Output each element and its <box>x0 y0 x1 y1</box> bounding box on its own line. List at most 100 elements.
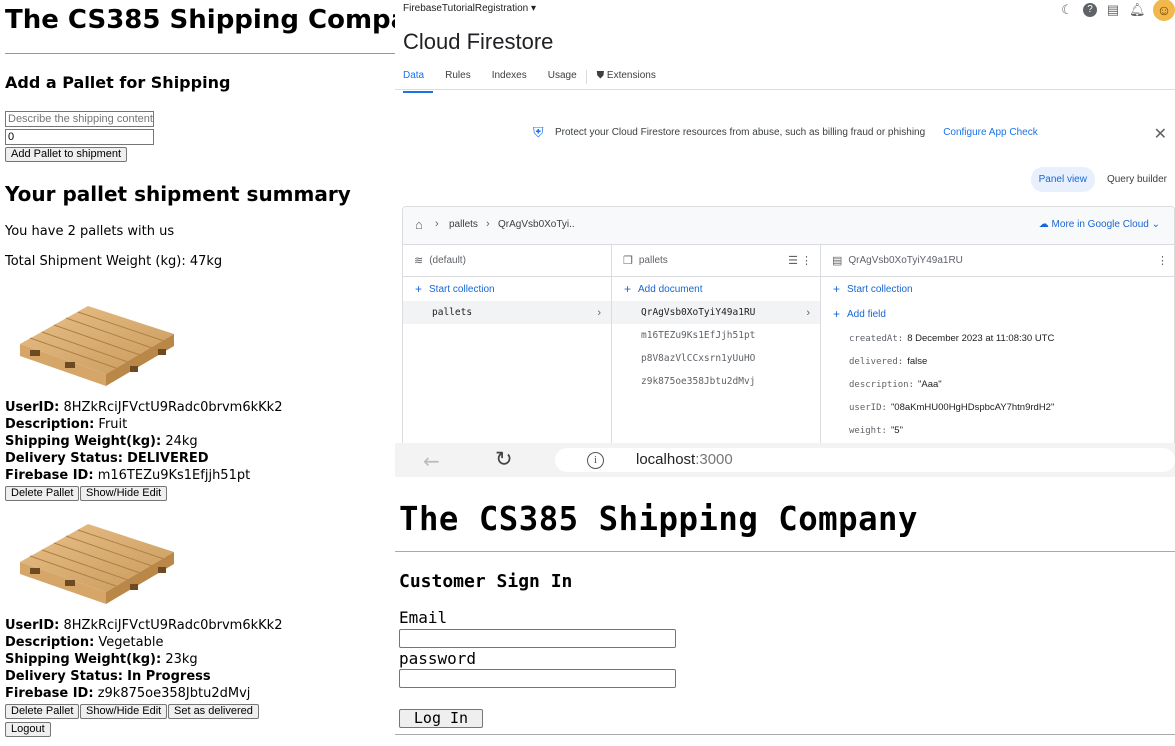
start-collection-button[interactable]: + Start collection <box>403 277 611 301</box>
chevron-right-icon: › <box>486 218 490 230</box>
top-toolbar: ☾ ? ▤ 🔔︎ ☺ <box>1059 0 1175 21</box>
pallet-2-status: Delivery Status: In Progress <box>5 669 211 684</box>
pallet-1-status: Delivery Status: DELIVERED <box>5 451 209 466</box>
more-in-google-cloud-button[interactable]: ☁ More in Google Cloud ⌄ <box>1039 219 1160 230</box>
chevron-right-icon: › <box>806 306 810 319</box>
document-item[interactable]: m16TEZu9Ks1EfJjh51pt <box>612 324 820 347</box>
avatar[interactable]: ☺ <box>1153 0 1175 21</box>
collection-item[interactable]: pallets › <box>403 301 611 324</box>
document-icon: ▤ <box>832 255 843 267</box>
dark-mode-icon[interactable]: ☾ <box>1059 2 1075 18</box>
pallet-1-userid: UserID: 8HZkRciJFVctU9Radc0brvm6kKk2 <box>5 400 283 415</box>
view-toggle: Panel view Query builder <box>1030 167 1175 192</box>
tab-separator <box>585 70 587 84</box>
chevron-down-icon: ⌄ <box>1151 219 1160 230</box>
email-field[interactable] <box>399 629 676 648</box>
configure-app-check-link[interactable]: Configure App Check <box>943 127 1038 138</box>
document-column: ▤ QrAgVsb0XoTyiY49a1RU ⋮ + Start collection… <box>821 245 1174 443</box>
show-hide-edit-button[interactable]: Show/Hide Edit <box>80 704 168 719</box>
pallet-2-firebase-id: Firebase ID: z9k875oe358Jbtu2dMvj <box>5 686 251 701</box>
column-header: ≋ (default) <box>403 245 611 277</box>
plus-icon: + <box>833 307 841 321</box>
signin-heading: Customer Sign In <box>399 571 573 592</box>
home-icon[interactable]: ⌂ <box>415 217 423 232</box>
extensions-icon: ⛊ <box>596 70 605 81</box>
pallet-1-firebase-id: Firebase ID: m16TEZu9Ks1Efjjh51pt <box>5 468 251 483</box>
delete-pallet-button[interactable]: Delete Pallet <box>5 704 80 719</box>
divider <box>5 53 395 54</box>
data-panel: ⌂ › pallets › QrAgVsb0XoTyi.. ☁ More in … <box>402 206 1175 443</box>
column-header: ▤ QrAgVsb0XoTyiY49a1RU ⋮ <box>821 245 1174 277</box>
cloud-icon: ☁ <box>1038 219 1049 230</box>
add-document-button[interactable]: + Add document <box>612 277 820 301</box>
field-row[interactable]: userID: "08aKmHU00HgHDspbcAY7htn9rdH2" <box>821 396 1174 419</box>
field-row[interactable]: delivered: false <box>821 350 1174 373</box>
password-field[interactable] <box>399 669 676 688</box>
page-title: Cloud Firestore <box>403 29 554 54</box>
pallet-2-userid: UserID: 8HZkRciJFVctU9Radc0brvm6kKk2 <box>5 618 283 633</box>
firestore-console: FirebaseTutorialRegistration ▾ ☾ ? ▤ 🔔︎ … <box>395 0 1175 443</box>
summary-heading: Your pallet shipment summary <box>5 182 351 206</box>
root-column: ≋ (default) + Start collection pallets › <box>403 245 612 443</box>
document-item[interactable]: QrAgVsb0XoTyiY49a1RU › <box>612 301 820 324</box>
email-label: Email <box>399 608 448 627</box>
more-vert-icon[interactable]: ⋮ <box>1157 254 1168 267</box>
collection-column: ❐ pallets ☰ ⋮ + Add document QrAgVsb0XoTyiY… <box>612 245 821 443</box>
project-selector[interactable]: FirebaseTutorialRegistration ▾ <box>403 3 536 14</box>
dropdown-arrow-icon: ▾ <box>531 3 537 14</box>
pallet-image <box>20 524 174 604</box>
pallet-1-weight: Shipping Weight(kg): 24kg <box>5 434 198 449</box>
plus-icon: + <box>833 282 841 296</box>
pallet-2-weight: Shipping Weight(kg): 23kg <box>5 652 198 667</box>
notes-icon[interactable]: ▤ <box>1105 2 1121 18</box>
login-button[interactable]: Log In <box>399 709 483 728</box>
help-icon[interactable]: ? <box>1083 3 1097 17</box>
filter-menu-icon[interactable]: ☰ ⋮ <box>788 254 812 267</box>
show-hide-edit-button[interactable]: Show/Hide Edit <box>80 486 168 501</box>
reload-icon[interactable]: ↻ <box>495 447 513 471</box>
add-pallet-button[interactable]: Add Pallet to shipment <box>5 147 128 162</box>
chevron-right-icon: › <box>435 218 439 230</box>
total-weight-text: Total Shipment Weight (kg): 47kg <box>5 254 223 269</box>
description-input[interactable]: Describe the shipping contents <box>5 111 154 127</box>
plus-icon: + <box>415 282 423 296</box>
app-title: The CS385 Shipping Company <box>5 5 395 35</box>
page-title: The CS385 Shipping Company <box>399 499 918 538</box>
browser-toolbar: ← ↻ i localhost:3000 <box>395 443 1175 477</box>
breadcrumb-document[interactable]: QrAgVsb0XoTyi.. <box>498 219 575 230</box>
query-builder-button[interactable]: Query builder <box>1099 167 1175 192</box>
password-label: password <box>399 649 477 668</box>
shield-icon: ⛨ <box>533 124 544 140</box>
divider <box>395 734 1175 735</box>
url-text[interactable]: localhost:3000 <box>636 451 733 468</box>
collection-icon: ❐ <box>623 255 633 267</box>
field-row[interactable]: weight: "5" <box>821 419 1174 442</box>
field-row[interactable]: createdAt: 8 December 2023 at 11:08:30 UT… <box>821 327 1174 350</box>
column-header: ❐ pallets ☰ ⋮ <box>612 245 820 277</box>
pallet-1-description: Description: Fruit <box>5 417 128 432</box>
database-icon: ≋ <box>414 255 424 267</box>
close-icon[interactable]: ✕ <box>1154 124 1167 144</box>
field-row[interactable]: description: "Aaa" <box>821 373 1174 396</box>
info-icon[interactable]: i <box>587 452 604 469</box>
pallet-image <box>20 306 174 386</box>
add-field-button[interactable]: + Add field <box>821 301 1174 327</box>
delete-pallet-button[interactable]: Delete Pallet <box>5 486 80 501</box>
shipping-app-panel: The CS385 Shipping Company Add a Pallet … <box>0 0 395 746</box>
set-as-delivered-button[interactable]: Set as delivered <box>168 704 259 719</box>
tab-underline <box>395 89 1175 90</box>
panel-view-button[interactable]: Panel view <box>1030 167 1095 192</box>
notifications-bell-icon[interactable]: 🔔︎ <box>1129 2 1146 18</box>
document-item[interactable]: z9k875oe358Jbtu2dMvj <box>612 370 820 393</box>
pallet-2-description: Description: Vegetable <box>5 635 164 650</box>
document-item[interactable]: p8V8azVlCCxsrn1yUuHO <box>612 347 820 370</box>
start-collection-button[interactable]: + Start collection <box>821 277 1174 301</box>
back-arrow-icon[interactable]: ← <box>423 449 440 473</box>
browser-window: ← ↻ i localhost:3000 The CS385 Shipping … <box>395 443 1175 746</box>
add-pallet-heading: Add a Pallet for Shipping <box>5 73 231 92</box>
breadcrumb-collection[interactable]: pallets <box>449 219 478 230</box>
breadcrumb: ⌂ › pallets › QrAgVsb0XoTyi.. ☁ More in … <box>403 207 1174 245</box>
weight-input[interactable]: 0 <box>5 129 154 145</box>
divider <box>395 551 1175 552</box>
logout-button[interactable]: Logout <box>5 722 51 737</box>
